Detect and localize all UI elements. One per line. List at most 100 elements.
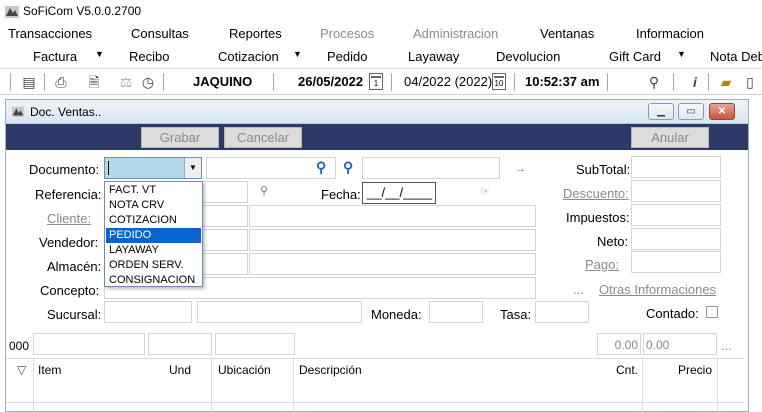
factura-dropdown-icon[interactable]: ▼ — [95, 49, 104, 59]
grid-col-divider — [293, 358, 294, 412]
grid-filter-field-3[interactable] — [215, 333, 295, 355]
info-icon[interactable]: i — [686, 73, 704, 91]
gift-card-dropdown-icon[interactable]: ▼ — [677, 49, 686, 59]
fecha-input[interactable]: __/__/____ — [362, 182, 436, 204]
clock-icon[interactable]: ◷ — [139, 73, 157, 91]
current-user: JAQUINO — [193, 74, 253, 89]
submenu-devolucion[interactable]: Devolucion — [496, 49, 560, 64]
cotizacion-dropdown-icon[interactable]: ▼ — [293, 49, 302, 59]
toolbar-separator — [607, 73, 608, 91]
subtotal-field — [631, 156, 721, 178]
walking-person-icon[interactable]: ⚲ — [645, 73, 663, 91]
doc-option-consignacion[interactable]: CONSIGNACION — [106, 273, 201, 288]
close-button[interactable]: ✕ — [709, 103, 735, 120]
calendar-icon[interactable]: 1 — [369, 73, 383, 90]
doc-option-pedido[interactable]: PEDIDO — [106, 228, 201, 243]
toolbar-separator — [514, 73, 515, 91]
vendedor-name-field[interactable] — [249, 229, 536, 251]
fecha-label: Fecha: — [321, 187, 361, 202]
minimize-button[interactable]: ▁ — [648, 103, 674, 120]
pago-link[interactable]: Pago: — [585, 257, 619, 272]
otras-informaciones-link[interactable]: Otras Informaciones — [599, 282, 716, 297]
documento-dropdown-list: FACT. VT NOTA CRV COTIZACION PEDIDO LAYA… — [104, 181, 203, 287]
submenu-pedido[interactable]: Pedido — [327, 49, 367, 64]
documento-combobox[interactable]: ▼ — [104, 157, 202, 179]
small-search-icon[interactable]: ⚲ — [260, 184, 268, 197]
doc-option-nota-crv[interactable]: NOTA CRV — [106, 198, 201, 213]
documento-info-field[interactable] — [362, 157, 500, 179]
arrow-icon[interactable]: → — [515, 163, 526, 175]
submenu-cotizacion[interactable]: Cotizacion — [218, 49, 279, 64]
submenu-factura[interactable]: Factura — [33, 49, 77, 64]
col-precio[interactable]: Precio — [678, 363, 712, 377]
referencia-field[interactable] — [202, 181, 248, 203]
search-alt-icon[interactable]: ⚲ — [343, 159, 353, 176]
toolbar-separator — [673, 73, 674, 91]
moneda-field[interactable] — [429, 301, 483, 323]
toolbar-separator — [10, 73, 11, 91]
cancelar-button[interactable]: Cancelar — [224, 127, 302, 148]
almacen-name-field[interactable] — [249, 253, 536, 275]
folder-icon[interactable]: ▤ — [20, 73, 38, 91]
concepto-ellipsis[interactable]: ... — [573, 282, 584, 297]
col-und[interactable]: Und — [169, 363, 191, 377]
dropdown-arrow-icon[interactable]: ▼ — [184, 158, 201, 178]
descuento-link[interactable]: Descuento: — [563, 186, 629, 201]
toolbar-separator — [391, 73, 392, 91]
window-logo-icon — [11, 106, 25, 118]
col-ubicacion[interactable]: Ubicación — [218, 363, 271, 377]
cliente-code-field[interactable] — [202, 205, 248, 227]
search-icon[interactable]: ⚲ — [316, 159, 326, 176]
menu-informacion[interactable]: Informacion — [636, 26, 704, 41]
sucursal-code-field[interactable] — [104, 301, 192, 323]
sucursal-name-field[interactable] — [197, 301, 362, 323]
col-descripcion[interactable]: Descripción — [299, 363, 362, 377]
menu-ventanas[interactable]: Ventanas — [540, 26, 594, 41]
anular-button[interactable]: Anular — [631, 127, 709, 148]
maximize-button[interactable]: ▭ — [678, 103, 704, 120]
submenu-gift-card[interactable]: Gift Card — [609, 49, 661, 64]
col-cnt[interactable]: Cnt. — [616, 363, 638, 377]
doc-option-cotizacion[interactable]: COTIZACION — [106, 213, 201, 228]
contado-checkbox[interactable] — [706, 306, 718, 318]
grid-col-divider — [211, 358, 212, 412]
moneda-label: Moneda: — [371, 307, 422, 322]
tasa-field[interactable] — [535, 301, 589, 323]
open-folder-icon[interactable]: ▰ — [717, 73, 735, 91]
menu-consultas[interactable]: Consultas — [131, 26, 189, 41]
concepto-label: Concepto: — [40, 283, 100, 298]
cliente-name-field[interactable] — [249, 205, 536, 227]
action-bar: Grabar Cancelar Anular — [6, 124, 748, 150]
doc-option-fact-vt[interactable]: FACT. VT — [106, 183, 201, 198]
document-search-icon[interactable]: 🗎 — [85, 73, 103, 91]
handshake-icon[interactable]: ☞ — [480, 185, 490, 198]
vendedor-code-field[interactable] — [202, 229, 248, 251]
almacen-code-field[interactable] — [202, 253, 248, 275]
app-title: SoFiCom V5.0.0.2700 — [23, 4, 142, 18]
menu-administracion[interactable]: Administracion — [413, 26, 498, 41]
printer-icon[interactable]: ⎙ — [52, 73, 70, 91]
menu-procesos[interactable]: Procesos — [320, 26, 374, 41]
period-calendar-icon[interactable]: 10 — [492, 73, 506, 90]
col-item[interactable]: Item — [38, 363, 61, 377]
grid-filter-field-2[interactable] — [148, 333, 212, 355]
grabar-button[interactable]: Grabar — [141, 127, 219, 148]
grid-amount-1: 0.00 — [614, 338, 638, 352]
submenu-recibo[interactable]: Recibo — [129, 49, 169, 64]
cliente-link[interactable]: Cliente: — [47, 211, 91, 226]
new-document-icon[interactable]: ▯ — [741, 73, 759, 91]
doc-option-layaway[interactable]: LAYAWAY — [106, 243, 201, 258]
tasa-label: Tasa: — [500, 307, 532, 322]
submenu-layaway[interactable]: Layaway — [408, 49, 459, 64]
grid-ellipsis[interactable]: ... — [721, 338, 732, 353]
submenu-nota-debito[interactable]: Nota Debi — [710, 49, 762, 64]
doc-option-orden-serv[interactable]: ORDEN SERV. — [106, 258, 201, 273]
current-time: 10:52:37 am — [525, 74, 600, 89]
grid-filter-field-1[interactable] — [33, 333, 145, 355]
scale-icon[interactable]: ⚖ — [117, 73, 135, 91]
grid-col-divider — [33, 358, 34, 412]
grid-sort-icon[interactable]: ▽ — [17, 363, 26, 377]
menu-transacciones[interactable]: Transacciones — [8, 26, 92, 41]
menu-reportes[interactable]: Reportes — [229, 26, 282, 41]
grid-amount-2: 0.00 — [646, 338, 670, 352]
